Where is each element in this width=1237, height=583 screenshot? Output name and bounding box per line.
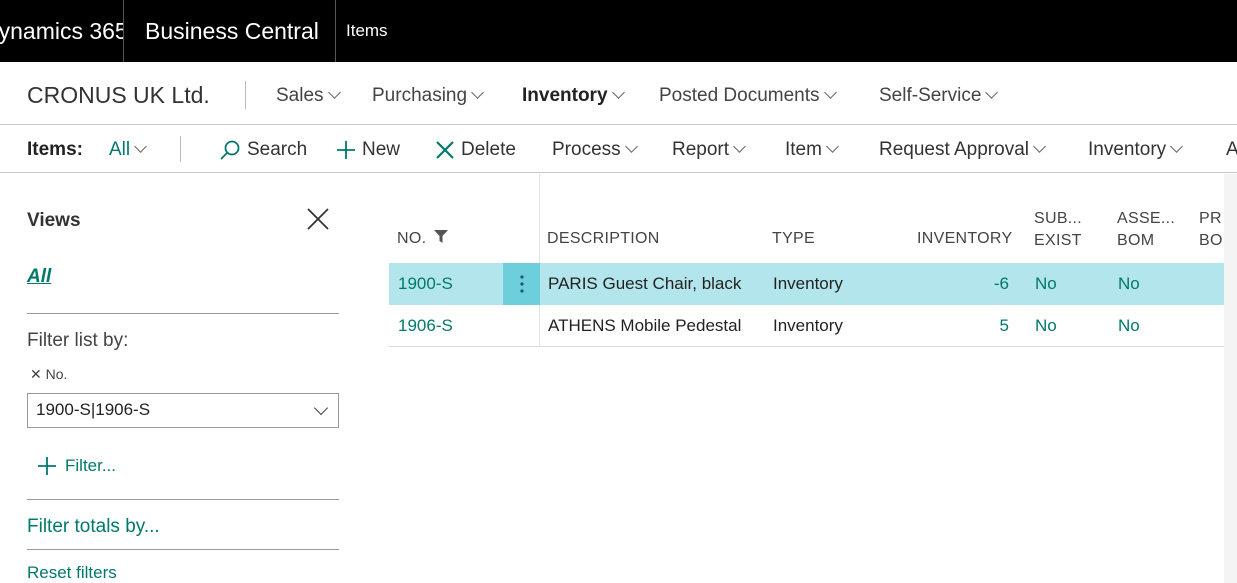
reset-filters-link[interactable]: Reset filters <box>27 563 117 583</box>
item-assembly-bom: No <box>1118 316 1140 335</box>
chevron-down-icon <box>985 86 999 99</box>
filter-field-label[interactable]: ✕ No. <box>30 366 67 383</box>
item-inventory[interactable]: -6 <box>949 274 1009 294</box>
action-divider <box>180 136 181 162</box>
row-actions-button[interactable] <box>503 263 540 305</box>
top-bar: Dynamics 365 Business Central Items <box>0 0 1237 62</box>
close-icon[interactable] <box>305 206 331 232</box>
item-inventory[interactable]: 5 <box>949 316 1009 336</box>
item-assembly-bom: No <box>1118 274 1140 293</box>
column-header-description[interactable]: DESCRIPTION <box>547 230 660 248</box>
chevron-down-icon[interactable] <box>313 400 329 416</box>
plus-icon <box>337 141 355 159</box>
chevron-down-icon <box>733 139 746 153</box>
search-button[interactable]: Search <box>219 139 307 161</box>
filter-pane: Views All Filter list by: ✕ No. 1900-S|1… <box>0 174 370 583</box>
app-launcher-title[interactable]: Dynamics 365 <box>0 0 123 62</box>
inventory-menu[interactable]: Inventory <box>1088 139 1184 161</box>
nav-item-sales[interactable]: Sales <box>276 85 341 107</box>
item-description: PARIS Guest Chair, black <box>548 274 742 293</box>
column-header-type[interactable]: TYPE <box>772 230 815 248</box>
report-menu[interactable]: Report <box>672 139 746 161</box>
filter-icon <box>434 230 449 243</box>
item-type: Inventory <box>773 316 843 335</box>
views-title: Views <box>27 210 81 231</box>
action-bar: Items: All Search New Delete Process Rep… <box>0 126 1237 173</box>
nav-item-purchasing[interactable]: Purchasing <box>372 85 484 107</box>
process-menu[interactable]: Process <box>552 139 638 161</box>
add-filter-button[interactable]: Filter... <box>37 456 116 476</box>
search-icon <box>220 140 240 160</box>
nav-item-inventory[interactable]: Inventory <box>522 85 625 107</box>
remove-filter-icon[interactable]: ✕ <box>30 366 42 382</box>
more-vertical-icon <box>519 275 524 293</box>
filter-totals-link[interactable]: Filter totals by... <box>27 516 160 538</box>
divider <box>27 499 339 500</box>
filter-value-input[interactable]: 1900-S|1906-S <box>27 393 339 428</box>
items-label: Items: <box>27 139 83 160</box>
column-header-assembly-bom[interactable]: ASSE... BOM <box>1117 208 1175 252</box>
item-substitutes-exist: No <box>1035 274 1057 293</box>
chevron-down-icon <box>471 86 484 99</box>
item-no-link[interactable]: 1900-S <box>398 274 453 294</box>
delete-button[interactable]: Delete <box>435 139 516 161</box>
item-menu[interactable]: Item <box>785 139 839 161</box>
item-type: Inventory <box>773 274 843 293</box>
filter-list-by-label: Filter list by: <box>27 330 129 351</box>
plus-icon <box>38 457 56 475</box>
new-button[interactable]: New <box>336 139 400 161</box>
chevron-down-icon <box>327 86 341 99</box>
column-header-no[interactable]: NO. <box>397 230 449 248</box>
chevron-down-icon <box>1170 139 1184 153</box>
table-row[interactable]: 1906-S ATHENS Mobile Pedestal Inventory … <box>389 305 1224 347</box>
chevron-down-icon <box>611 86 625 99</box>
chevron-down-icon <box>1033 139 1046 153</box>
nav-divider <box>245 81 246 109</box>
scrollbar-track[interactable] <box>1224 174 1237 583</box>
navigation-bar: CRONUS UK Ltd. Sales Purchasing Inventor… <box>0 62 1237 125</box>
table-row[interactable]: 1900-S PARIS Guest Chair, black Inventor… <box>389 263 1224 305</box>
product-name[interactable]: Business Central <box>123 0 335 62</box>
company-name[interactable]: CRONUS UK Ltd. <box>27 82 210 109</box>
delete-x-icon <box>436 141 454 159</box>
item-no-link[interactable]: 1906-S <box>398 316 453 336</box>
column-header-inventory[interactable]: INVENTORY <box>917 230 1012 248</box>
view-selected: All <box>108 139 131 160</box>
page-title: Items <box>335 0 388 62</box>
chevron-down-icon <box>826 139 839 153</box>
item-substitutes-exist: No <box>1035 316 1057 335</box>
chevron-down-icon <box>823 86 837 99</box>
column-header-substitutes-exist[interactable]: SUB... EXIST <box>1034 208 1082 252</box>
chevron-down-icon <box>134 139 147 153</box>
nav-item-self-service[interactable]: Self-Service <box>879 85 999 107</box>
request-approval-menu[interactable]: Request Approval <box>879 139 1046 161</box>
nav-item-posted-documents[interactable]: Posted Documents <box>659 85 837 107</box>
divider <box>27 549 339 550</box>
items-list: NO. DESCRIPTION TYPE INVENTORY SUB... EX… <box>389 174 1224 583</box>
view-all-link[interactable]: All <box>27 266 51 288</box>
items-view-selector[interactable]: Items: All <box>27 139 147 161</box>
divider <box>27 313 339 314</box>
chevron-down-icon <box>624 139 638 153</box>
item-description: ATHENS Mobile Pedestal <box>548 316 742 335</box>
column-header-production-bom[interactable]: PR BO <box>1199 208 1224 252</box>
more-actions-menu[interactable]: A <box>1226 139 1237 161</box>
